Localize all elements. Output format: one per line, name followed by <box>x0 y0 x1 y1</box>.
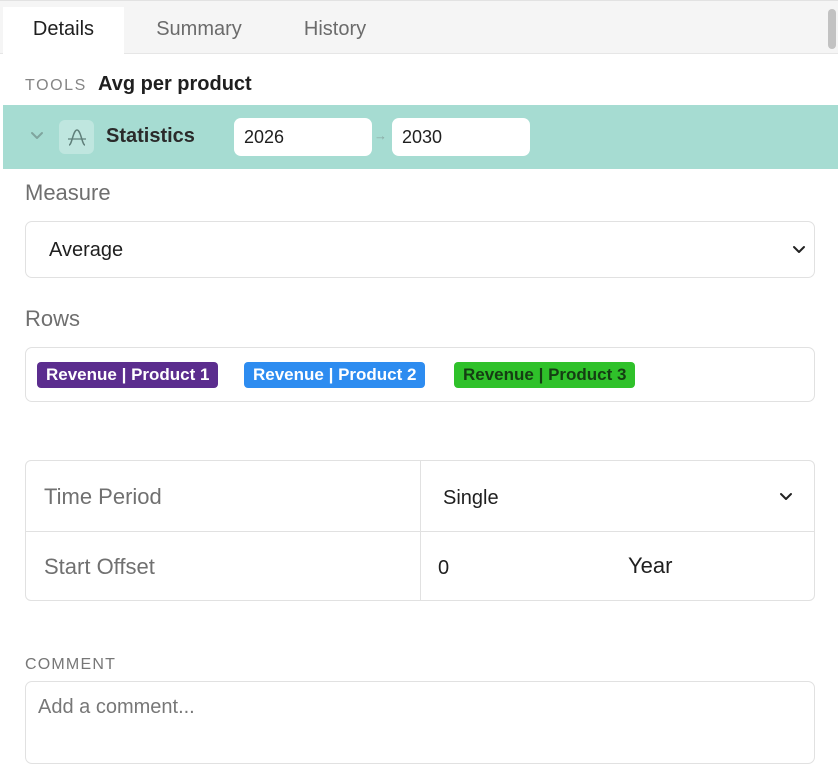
tab-details[interactable]: Details <box>3 7 124 55</box>
statistics-title: Statistics <box>106 125 195 147</box>
tool-title: Avg per product <box>98 73 252 95</box>
arrow-right-icon: → <box>374 128 387 143</box>
tab-bar: Details Summary History <box>0 0 838 55</box>
comment-input[interactable] <box>25 681 815 764</box>
start-offset-input[interactable]: 0 <box>438 557 449 580</box>
chevron-down-icon[interactable] <box>779 491 793 503</box>
comment-label: COMMENT <box>25 656 117 673</box>
end-year-input[interactable]: 2030 <box>392 118 530 156</box>
rows-tag-field[interactable]: Revenue | Product 1 Revenue | Product 2 … <box>25 347 815 402</box>
scrollbar[interactable] <box>828 9 836 49</box>
tools-label: TOOLS <box>25 77 87 94</box>
settings-table: Time Period Single Start Offset 0 Year <box>25 460 815 601</box>
tab-history[interactable]: History <box>278 7 392 55</box>
rows-label: Rows <box>25 306 81 331</box>
measure-label: Measure <box>25 180 111 205</box>
start-offset-label: Start Offset <box>44 554 155 579</box>
measure-value: Average <box>49 239 124 261</box>
distribution-curve-icon <box>59 120 94 154</box>
chevron-down-icon <box>793 246 805 253</box>
row-tag[interactable]: Revenue | Product 2 <box>244 362 426 388</box>
start-offset-unit: Year <box>628 553 673 578</box>
tab-summary[interactable]: Summary <box>130 7 268 55</box>
time-period-select[interactable]: Single <box>443 487 499 510</box>
measure-select[interactable]: Average <box>25 221 815 278</box>
row-tag[interactable]: Revenue | Product 3 <box>454 362 636 388</box>
time-period-label: Time Period <box>44 484 162 509</box>
start-year-input[interactable]: 2026 <box>234 118 372 156</box>
row-tag[interactable]: Revenue | Product 1 <box>37 362 219 388</box>
chevron-down-icon[interactable] <box>28 126 46 144</box>
row-divider <box>26 531 814 532</box>
